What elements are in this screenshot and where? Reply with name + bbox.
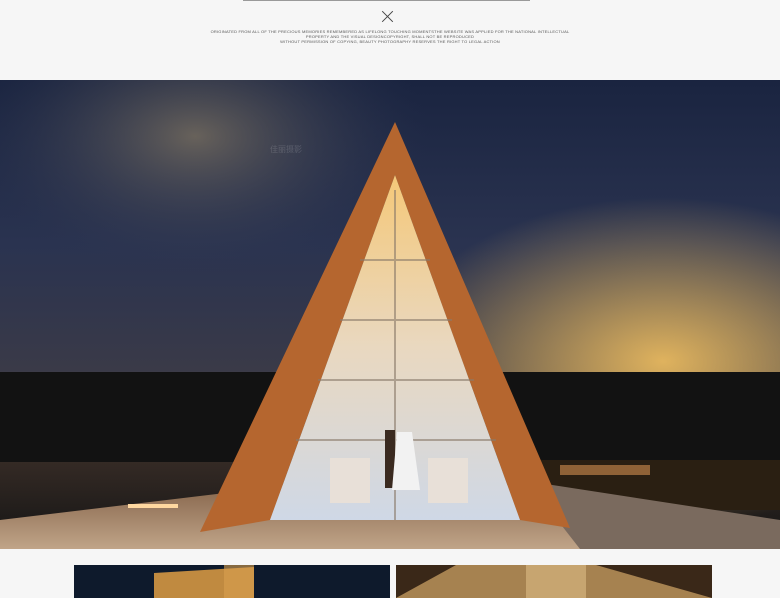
hero-photo: 佳丽摄影 [0,80,780,549]
copyright-notice: ORIGINATED FROM ALL OF THE PRECIOUS MEMO… [190,29,590,44]
thumbnail-left[interactable] [74,565,390,598]
header: ORIGINATED FROM ALL OF THE PRECIOUS MEMO… [0,0,780,80]
thumbnail-right[interactable] [396,565,712,598]
copyright-line-3: WITHOUT PERMISSION OF COPYING, BEAUTY PH… [280,39,500,44]
close-icon[interactable] [381,10,394,23]
top-divider [243,0,530,1]
watermark-text: 佳丽摄影 [270,144,302,154]
